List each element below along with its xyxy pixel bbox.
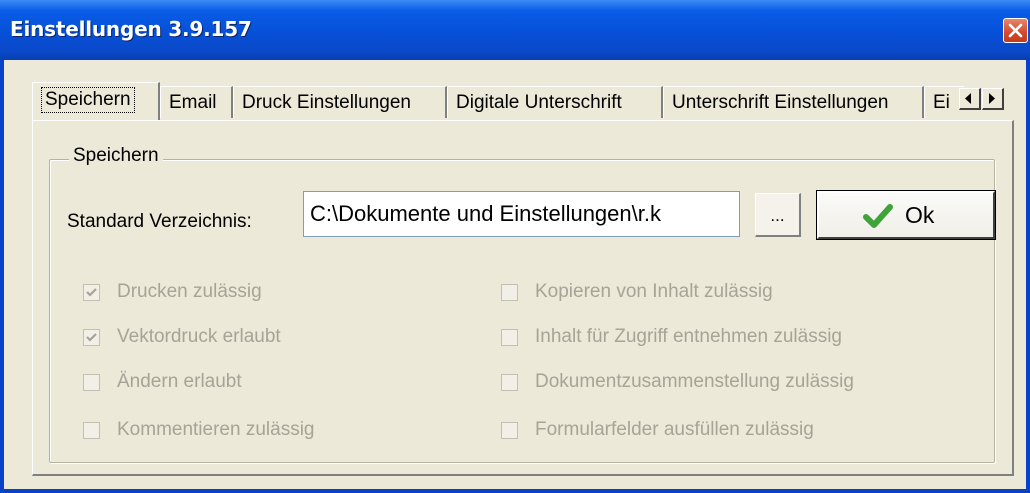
browse-button[interactable]: ...: [755, 193, 801, 237]
check-mark-icon: [86, 333, 97, 342]
tab-druck-einstellungen-label: Druck Einstellungen: [242, 92, 411, 113]
checkbox-label: Ändern erlaubt: [117, 371, 242, 392]
tab-email[interactable]: Email: [160, 86, 233, 118]
tab-druck-einstellungen[interactable]: Druck Einstellungen: [233, 86, 447, 118]
title-bar[interactable]: Einstellungen 3.9.157: [0, 0, 1030, 60]
arrow-right-icon: [989, 93, 995, 104]
standard-directory-label: Standard Verzeichnis:: [67, 211, 252, 232]
checkbox-label: Inhalt für Zugriff entnehmen zulässig: [535, 326, 842, 347]
checkbox-label: Formularfelder ausfüllen zulässig: [535, 419, 814, 440]
close-button[interactable]: [1003, 18, 1028, 43]
checkbox-label: Vektordruck erlaubt: [117, 326, 281, 347]
ok-label: Ok: [905, 202, 935, 228]
checkbox-box[interactable]: [501, 422, 518, 439]
checkbox-label: Dokumentzusammenstellung zulässig: [535, 371, 854, 392]
tab-ei-truncated[interactable]: Ei: [924, 86, 964, 118]
tab-email-label: Email: [169, 92, 217, 113]
ok-button[interactable]: Ok: [816, 190, 996, 240]
tab-digitale-unterschrift[interactable]: Digitale Unterschrift: [447, 86, 663, 118]
checkbox-box[interactable]: [83, 374, 100, 391]
checkbox-label: Kommentieren zulässig: [117, 419, 315, 440]
checkbox-box[interactable]: [501, 329, 518, 346]
tab-unterschrift-einstellungen-label: Unterschrift Einstellungen: [672, 92, 889, 113]
close-icon: [1008, 23, 1023, 38]
checkbox-box[interactable]: [501, 374, 518, 391]
tab-strip: Speichern Email Druck Einstellungen Digi…: [32, 82, 1012, 122]
tab-scroll-right-button[interactable]: [982, 88, 1004, 110]
tab-ei-label: Ei: [933, 92, 950, 113]
tab-speichern[interactable]: Speichern: [32, 82, 160, 120]
checkbox-label: Kopieren von Inhalt zulässig: [535, 281, 773, 302]
checkbox-box[interactable]: [83, 284, 100, 301]
checkbox-box[interactable]: [501, 284, 518, 301]
settings-window: Einstellungen 3.9.157 Speichern Email Dr…: [0, 0, 1030, 493]
standard-directory-input[interactable]: C:\Dokumente und Einstellungen\r.k: [303, 191, 740, 237]
checkmark-icon: [863, 204, 893, 228]
checkbox-label: Drucken zulässig: [117, 281, 262, 302]
tab-panel-speichern: Speichern Standard Verzeichnis: C:\Dokum…: [32, 120, 1014, 476]
checkbox-box[interactable]: [83, 422, 100, 439]
check-mark-icon: [86, 288, 97, 297]
tab-scroll-left-button[interactable]: [959, 88, 981, 110]
groupbox-title: Speichern: [69, 145, 163, 167]
arrow-left-icon: [965, 93, 971, 104]
window-title: Einstellungen 3.9.157: [10, 17, 252, 41]
tab-speichern-label: Speichern: [41, 87, 135, 113]
tab-digitale-unterschrift-label: Digitale Unterschrift: [456, 92, 622, 113]
tab-unterschrift-einstellungen[interactable]: Unterschrift Einstellungen: [663, 86, 924, 118]
checkbox-box[interactable]: [83, 329, 100, 346]
